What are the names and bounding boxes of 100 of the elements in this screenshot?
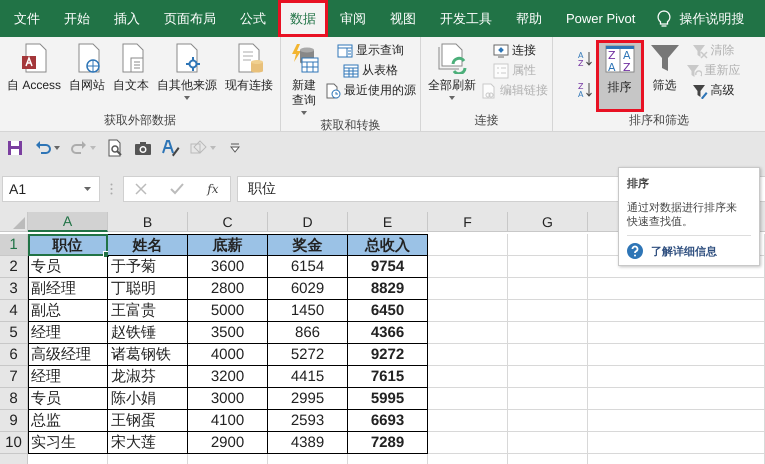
ribbon-tab[interactable]: 开发工具: [428, 0, 504, 37]
row-header[interactable]: 9: [0, 410, 28, 432]
table-cell: 4366: [348, 322, 428, 344]
lightbulb-icon: [657, 10, 672, 28]
table-cell: 丁聪明: [108, 278, 188, 300]
column-header[interactable]: F: [428, 212, 508, 232]
column-header[interactable]: G: [508, 212, 588, 232]
select-all-button[interactable]: [0, 212, 28, 232]
ribbon-button[interactable]: 自 Access: [4, 40, 64, 112]
spelling-icon: [162, 139, 180, 157]
ribbon-tab[interactable]: 插入: [102, 0, 152, 37]
caret-icon: [84, 187, 91, 191]
ribbon-button[interactable]: Z A A Z 排序: [596, 40, 644, 112]
table-cell: 6154: [268, 256, 348, 278]
column-header[interactable]: C: [188, 212, 268, 232]
ribbon-button[interactable]: 新建查询: [285, 40, 324, 117]
ribbon-tab[interactable]: 文件: [2, 0, 52, 37]
name-box[interactable]: A1: [2, 176, 100, 202]
refresh-document-icon: [436, 42, 468, 74]
table-cell: 866: [268, 322, 348, 344]
table-cell: 职位: [28, 234, 108, 256]
ribbon-button[interactable]: 连接: [493, 42, 536, 59]
ribbon-tab[interactable]: 页面布局: [152, 0, 228, 37]
save-icon: [6, 139, 24, 157]
row-header[interactable]: 7: [0, 366, 28, 388]
row-header[interactable]: 8: [0, 388, 28, 410]
table-cell: 赵铁锤: [108, 322, 188, 344]
funnel-icon: [648, 42, 680, 74]
ribbon-tab[interactable]: 帮助: [504, 0, 554, 37]
table-cell: 总监: [28, 410, 108, 432]
insert-function-button[interactable]: fx: [207, 182, 219, 196]
table-cell: 2900: [188, 432, 268, 454]
tooltip-text: 通过对数据进行排序来快速查找值。: [627, 201, 738, 229]
tell-me-search[interactable]: 操作说明搜: [679, 10, 744, 28]
ribbon-button[interactable]: 筛选: [646, 40, 684, 112]
column-header[interactable]: E: [348, 212, 428, 232]
ribbon-button[interactable]: 全部刷新: [425, 40, 480, 112]
ribbon-button[interactable]: 最近使用的源: [325, 82, 416, 99]
column-header[interactable]: B: [108, 212, 188, 232]
row-header[interactable]: 1: [0, 234, 28, 256]
table-cell: 2995: [268, 388, 348, 410]
table-cell: 奖金: [268, 234, 348, 256]
row-header[interactable]: 6: [0, 344, 28, 366]
table-cell: 3500: [188, 322, 268, 344]
caret-icon: [301, 111, 308, 115]
group-label: 连接: [474, 112, 499, 129]
table-cell: 底薪: [188, 234, 268, 256]
table-cell: 5000: [188, 300, 268, 322]
table-cell: 副经理: [28, 278, 108, 300]
table-cell: 2800: [188, 278, 268, 300]
ribbon-tab[interactable]: 公式: [228, 0, 278, 37]
clear-filter-icon: [692, 42, 708, 58]
reapply-filter-icon: [686, 62, 702, 78]
table-cell: 7289: [348, 432, 428, 454]
row-header[interactable]: 3: [0, 278, 28, 300]
table-cell: 2593: [268, 410, 348, 432]
table-cell: 6450: [348, 300, 428, 322]
table-cell: 4100: [188, 410, 268, 432]
table-cell: 7615: [348, 366, 428, 388]
ribbon-button[interactable]: 从表格: [343, 62, 398, 79]
ribbon-tab[interactable]: 数据: [278, 0, 328, 37]
select-all-icon[interactable]: [13, 217, 25, 229]
table-cell: 6029: [268, 278, 348, 300]
caret-icon: [90, 146, 96, 150]
row-header[interactable]: 10: [0, 432, 28, 454]
row-header[interactable]: 5: [0, 322, 28, 344]
table-cell: 陈小娟: [108, 388, 188, 410]
table-cell: 3600: [188, 256, 268, 278]
toolbar-button[interactable]: [160, 137, 182, 159]
group-label: 排序和筛选: [629, 112, 689, 129]
ribbon-button[interactable]: 显示查询: [337, 42, 404, 59]
ribbon-tab[interactable]: 视图: [378, 0, 428, 37]
table-cell: 8829: [348, 278, 428, 300]
group-label: 获取和转换: [320, 117, 381, 134]
column-header[interactable]: D: [268, 212, 348, 232]
close-icon[interactable]: [135, 183, 148, 195]
ribbon-button[interactable]: 自网站: [66, 40, 108, 112]
row-header[interactable]: 4: [0, 300, 28, 322]
ribbon-tab[interactable]: 审阅: [328, 0, 378, 37]
ribbon-button[interactable]: 高级: [692, 82, 734, 99]
ribbon-button[interactable]: 自文本: [110, 40, 152, 112]
table-cell: 3200: [188, 366, 268, 388]
group-label: 获取外部数据: [104, 112, 176, 129]
ribbon-button[interactable]: 自其他来源: [154, 40, 220, 112]
checkmark-icon[interactable]: [170, 183, 184, 195]
table-cell: 3000: [188, 388, 268, 410]
redo-icon: [70, 139, 88, 157]
table-cell: 高级经理: [28, 344, 108, 366]
table-cell: 4415: [268, 366, 348, 388]
ribbon-tab[interactable]: Power Pivot: [554, 0, 648, 37]
table-cell: 4389: [268, 432, 348, 454]
table-cell: 专员: [28, 256, 108, 278]
column-header[interactable]: A: [28, 212, 108, 232]
pane-icon: [337, 42, 354, 58]
learn-more-link[interactable]: 了解详细信息: [651, 244, 717, 258]
ribbon-tab[interactable]: 开始: [52, 0, 102, 37]
ribbon-button[interactable]: 现有连接: [222, 40, 276, 112]
caret-icon: [54, 146, 60, 150]
table-cell: 6693: [348, 410, 428, 432]
row-header[interactable]: 2: [0, 256, 28, 278]
